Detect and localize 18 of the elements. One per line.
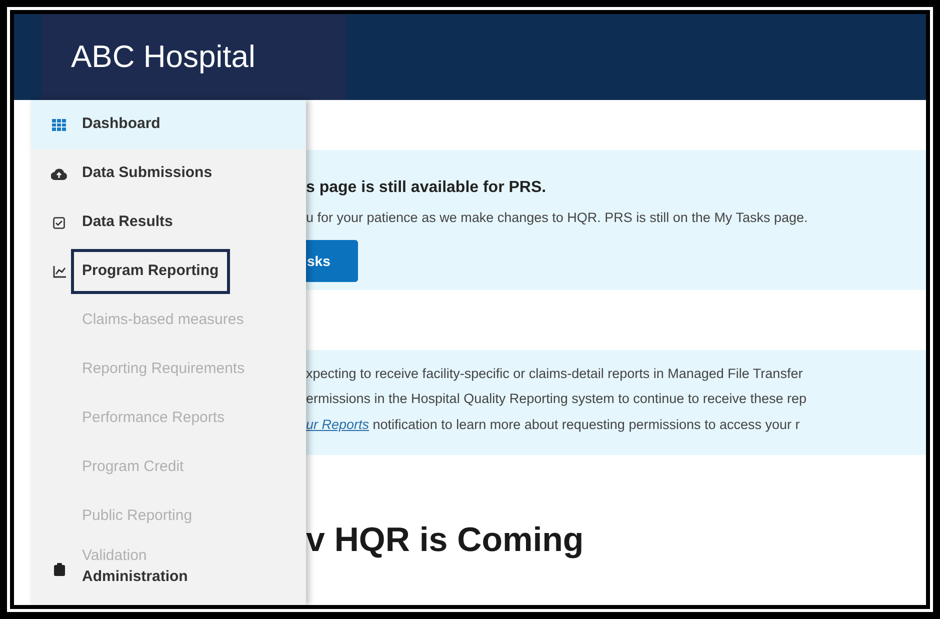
info-text: ur Reports notification to learn more about requesting permissions to access your r bbox=[306, 416, 801, 434]
info-text: ermissions in the Hospital Quality Reporting system to continue to receive these rep bbox=[306, 390, 808, 408]
hospital-name: ABC Hospital bbox=[71, 38, 256, 76]
sidebar-item[interactable]: Data Submissions bbox=[31, 149, 306, 198]
info-text: xpecting to receive facility-specific or claims-detail reports in Managed File Transfer bbox=[306, 365, 804, 383]
page-heading: v HQR is Coming bbox=[306, 520, 585, 561]
sidebar-item[interactable]: Administration bbox=[31, 563, 306, 593]
checkbox-icon bbox=[53, 216, 65, 228]
notice-text: u for your patience as we make changes to HQR. PRS is still on the My Tasks page. bbox=[306, 209, 809, 227]
reports-link[interactable]: ur Reports bbox=[306, 416, 370, 432]
line-chart-icon bbox=[52, 266, 66, 278]
my-tasks-button[interactable]: sks bbox=[306, 240, 358, 282]
notice-title: s page is still available for PRS. bbox=[306, 178, 548, 198]
grid-icon bbox=[52, 118, 66, 130]
sidebar-item[interactable]: Data Results bbox=[31, 198, 306, 247]
sidebar-item[interactable]: Dashboard bbox=[31, 100, 306, 149]
clipboard-icon bbox=[54, 563, 64, 576]
cloud-upload-icon bbox=[51, 168, 67, 180]
